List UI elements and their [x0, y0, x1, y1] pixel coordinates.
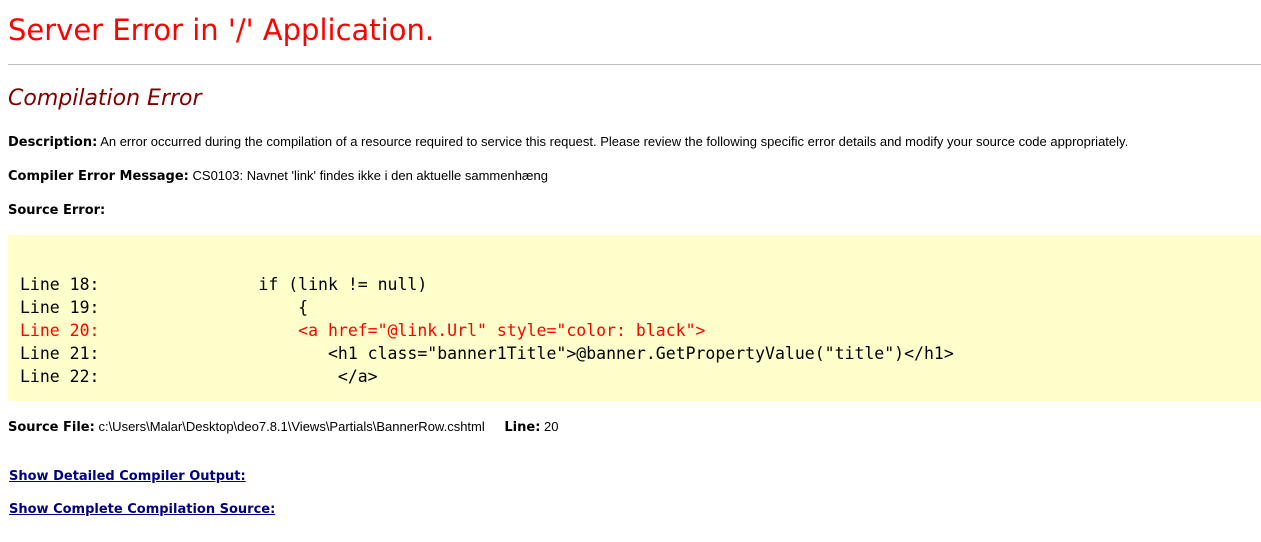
source-line-label: Line: — [504, 420, 541, 435]
source-line-value: 20 — [544, 419, 559, 434]
description-text: An error occurred during the compilation… — [100, 134, 1129, 149]
source-file-label: Source File: — [8, 420, 95, 435]
code-line: Line 21: <h1 class="banner1Title">@banne… — [20, 344, 954, 363]
code-line: Line 18: if (link != null) — [20, 275, 428, 294]
show-detailed-compiler-output-link[interactable]: Show Detailed Compiler Output: — [9, 469, 246, 484]
source-error-line: Source Error: — [8, 202, 105, 218]
code-line-error: Line 20: <a href="@link.Url" style="colo… — [20, 321, 706, 340]
description-line: Description: An error occurred during th… — [8, 134, 1128, 150]
source-file-line: Source File: c:\Users\Malar\Desktop\deo7… — [8, 419, 559, 435]
compiler-error-text: CS0103: Navnet 'link' findes ikke i den … — [192, 168, 548, 183]
error-subtitle: Compilation Error — [8, 86, 202, 111]
code-line: Line 22: </a> — [20, 367, 378, 386]
compiler-error-line: Compiler Error Message: CS0103: Navnet '… — [8, 168, 548, 184]
source-file-path: c:\Users\Malar\Desktop\deo7.8.1\Views\Pa… — [98, 419, 485, 434]
divider — [8, 64, 1261, 65]
source-error-label: Source Error: — [8, 203, 106, 218]
page-title: Server Error in '/' Application. — [8, 13, 435, 47]
compiler-error-label: Compiler Error Message: — [8, 169, 189, 184]
code-line: Line 19: { — [20, 298, 309, 317]
source-code-box: Line 18: if (link != null) Line 19: { Li… — [8, 235, 1261, 401]
description-label: Description: — [8, 135, 98, 150]
show-complete-compilation-source-link[interactable]: Show Complete Compilation Source: — [9, 502, 275, 517]
